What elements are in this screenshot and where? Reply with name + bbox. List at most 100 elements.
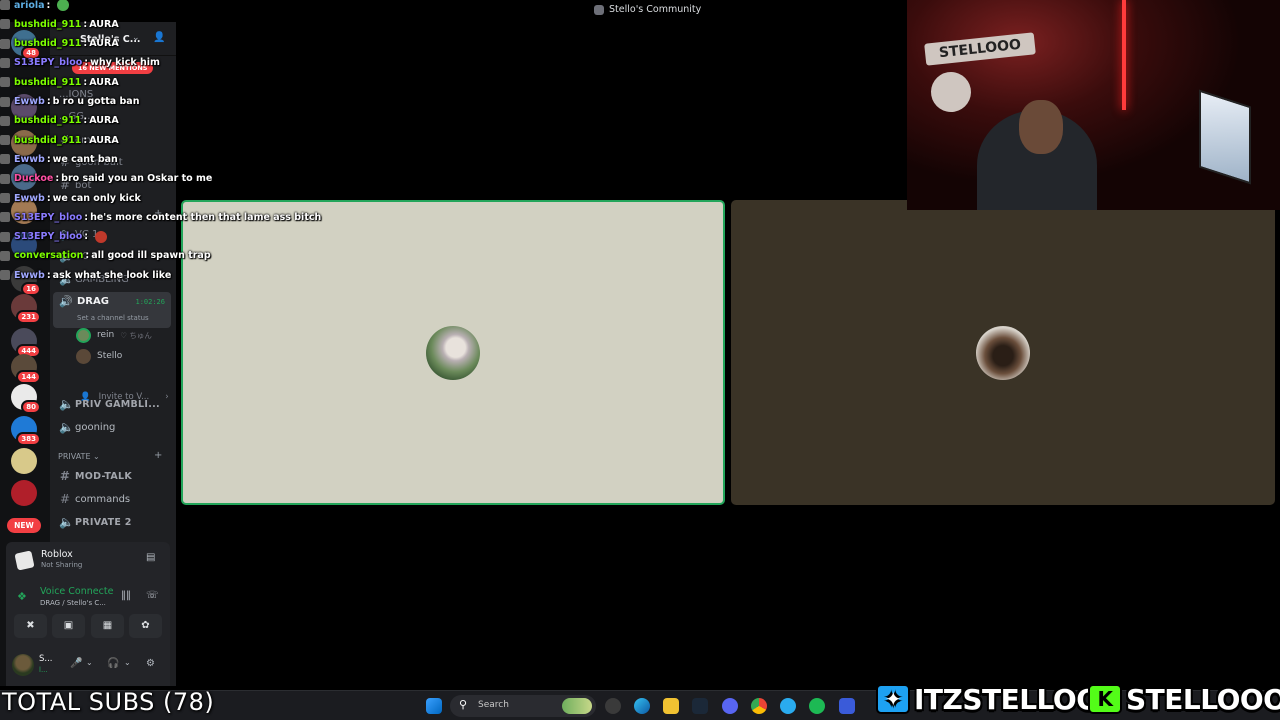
user-status: l... <box>39 666 48 674</box>
chat-username: Ewwb <box>14 96 45 107</box>
participant-tile-speaking[interactable] <box>181 200 725 505</box>
chat-message: bushdid_911 : AURA <box>0 114 119 128</box>
telegram-icon[interactable] <box>780 698 796 714</box>
server-icon[interactable]: 383 <box>11 416 41 446</box>
headphones-icon[interactable]: 🎧 <box>107 658 119 669</box>
streamer-head <box>1019 100 1063 154</box>
chat-badge-icon <box>0 19 10 30</box>
chat-separator: : <box>83 115 88 127</box>
noise-suppression-icon[interactable]: ‖‖ <box>121 590 131 601</box>
chat-text: b ro u gotta ban <box>52 96 140 107</box>
app-icon[interactable] <box>839 698 855 714</box>
background-monitor <box>1199 89 1251 185</box>
voice-connected-label: Voice Connecte <box>40 586 114 597</box>
activity-status: Not Sharing <box>41 561 83 569</box>
voice-channel-private-2[interactable]: 🔈 PRIVATE 2 <box>59 514 132 530</box>
camera-off-button[interactable]: ✖ <box>14 614 47 638</box>
chat-message: Ewwb : we can only kick <box>0 191 141 205</box>
chat-separator: : <box>83 18 88 30</box>
chat-badge-icon <box>0 193 10 203</box>
chat-emote-icon <box>57 0 70 11</box>
chat-username: bushdid_911 <box>14 18 82 30</box>
chat-message: bushdid_911 : AURA <box>0 133 119 147</box>
taskbar-search[interactable]: ⚲ Search <box>450 695 596 717</box>
led-strip <box>1122 0 1126 110</box>
chat-username: ariola <box>14 0 45 11</box>
category-private[interactable]: PRIVATE ⌄ <box>58 452 100 461</box>
chat-text: why kick him <box>90 57 160 69</box>
chevron-down-icon[interactable]: ⌄ <box>86 658 93 667</box>
hash-icon: # <box>59 492 71 506</box>
voice-member[interactable]: Stello <box>76 347 122 365</box>
chat-text: all good ill spawn trap <box>91 250 211 262</box>
user-panel: Roblox Not Sharing ▤ ❖ Voice Connecte DR… <box>6 542 170 686</box>
chat-text: we can only kick <box>52 192 141 204</box>
activities-button[interactable]: ▦ <box>91 614 124 638</box>
total-subs-counter: TOTAL SUBS (78) <box>2 688 215 716</box>
windows-start-icon[interactable] <box>426 698 442 714</box>
file-explorer-icon[interactable] <box>663 698 679 714</box>
app-icon[interactable] <box>605 698 621 714</box>
voice-location[interactable]: DRAG / Stello's C... <box>40 599 106 607</box>
chat-username: bushdid_911 <box>14 38 82 50</box>
chat-username: bushdid_911 <box>14 76 82 88</box>
chat-separator: : <box>46 153 51 165</box>
text-channel-mod-talk[interactable]: # MOD-TALK <box>59 468 132 484</box>
voice-channel-priv-gambling[interactable]: 🔈 PRIV GAMBLI... <box>59 396 160 412</box>
server-icon[interactable]: 444 <box>11 328 41 358</box>
voice-channel-drag[interactable]: 🔊 DRAG 1:02:26 Set a channel status <box>53 292 171 328</box>
channel-label: commands <box>75 493 131 505</box>
channel-status[interactable]: Set a channel status <box>77 314 149 322</box>
chat-message: S13EPY_bloo : he's more content then tha… <box>0 210 321 224</box>
activity-game: Roblox <box>41 549 73 560</box>
discord-icon[interactable] <box>722 698 738 714</box>
new-servers-badge[interactable]: NEW <box>7 518 41 533</box>
server-icon[interactable] <box>11 448 37 474</box>
channel-label: MOD-TALK <box>75 470 133 482</box>
server-icon[interactable]: 231 <box>11 294 41 324</box>
chrome-icon[interactable] <box>751 698 767 714</box>
chat-username: S13EPY_bloo <box>14 211 83 223</box>
search-icon: ⚲ <box>459 698 468 711</box>
chat-message: bushdid_911 : AURA <box>0 17 119 31</box>
soundboard-button[interactable]: ✿ <box>129 614 162 638</box>
wall-sign: STELLOOO <box>924 32 1036 66</box>
add-user-icon[interactable]: 👤 <box>153 32 165 43</box>
mention-badge: 231 <box>16 310 41 324</box>
gear-icon[interactable]: ⚙ <box>146 658 155 669</box>
server-icon[interactable] <box>11 480 37 506</box>
avatar <box>426 325 480 380</box>
microphone-icon[interactable]: 🎤 <box>70 658 82 669</box>
server-icon[interactable]: 144 <box>11 354 41 384</box>
screen-share-icon[interactable]: ▤ <box>146 552 155 563</box>
steam-icon[interactable] <box>692 698 708 714</box>
server-icon[interactable]: 80 <box>11 384 41 414</box>
chevron-down-icon[interactable]: ⌄ <box>124 658 131 667</box>
chat-separator: : <box>46 269 51 281</box>
connection-signal-icon[interactable]: ❖ <box>17 590 27 603</box>
voice-channel-gooning[interactable]: 🔈 gooning <box>59 419 115 435</box>
chat-badge-icon <box>0 154 10 165</box>
add-channel-icon[interactable]: + <box>154 450 162 461</box>
edge-icon[interactable] <box>634 698 650 714</box>
chat-badge-icon <box>0 270 10 281</box>
chat-badge-icon <box>0 212 10 223</box>
search-placeholder: Search <box>478 700 509 710</box>
chat-text: ask what she look like <box>52 269 172 281</box>
text-channel-commands[interactable]: # commands <box>59 491 130 507</box>
twitter-icon: ✦ <box>876 684 910 714</box>
speaker-icon: 🔈 <box>59 420 74 434</box>
participant-tile[interactable] <box>731 200 1275 505</box>
spotify-icon[interactable] <box>809 698 825 714</box>
avatar[interactable] <box>12 654 34 676</box>
voice-member[interactable]: rein ♡ ちゅん <box>76 326 152 344</box>
disconnect-icon[interactable]: ☏ <box>146 590 159 601</box>
twitter-handle: ✦ ITZSTELLOO <box>876 682 1100 716</box>
chat-message: Ewwb : b ro u gotta ban <box>0 95 139 109</box>
chat-separator: : <box>84 211 89 223</box>
chat-badge-icon <box>0 115 10 126</box>
member-name: Stello <box>97 351 123 361</box>
mention-badge: 144 <box>16 370 41 384</box>
roblox-icon <box>14 550 35 571</box>
share-screen-button[interactable]: ▣ <box>52 614 85 638</box>
